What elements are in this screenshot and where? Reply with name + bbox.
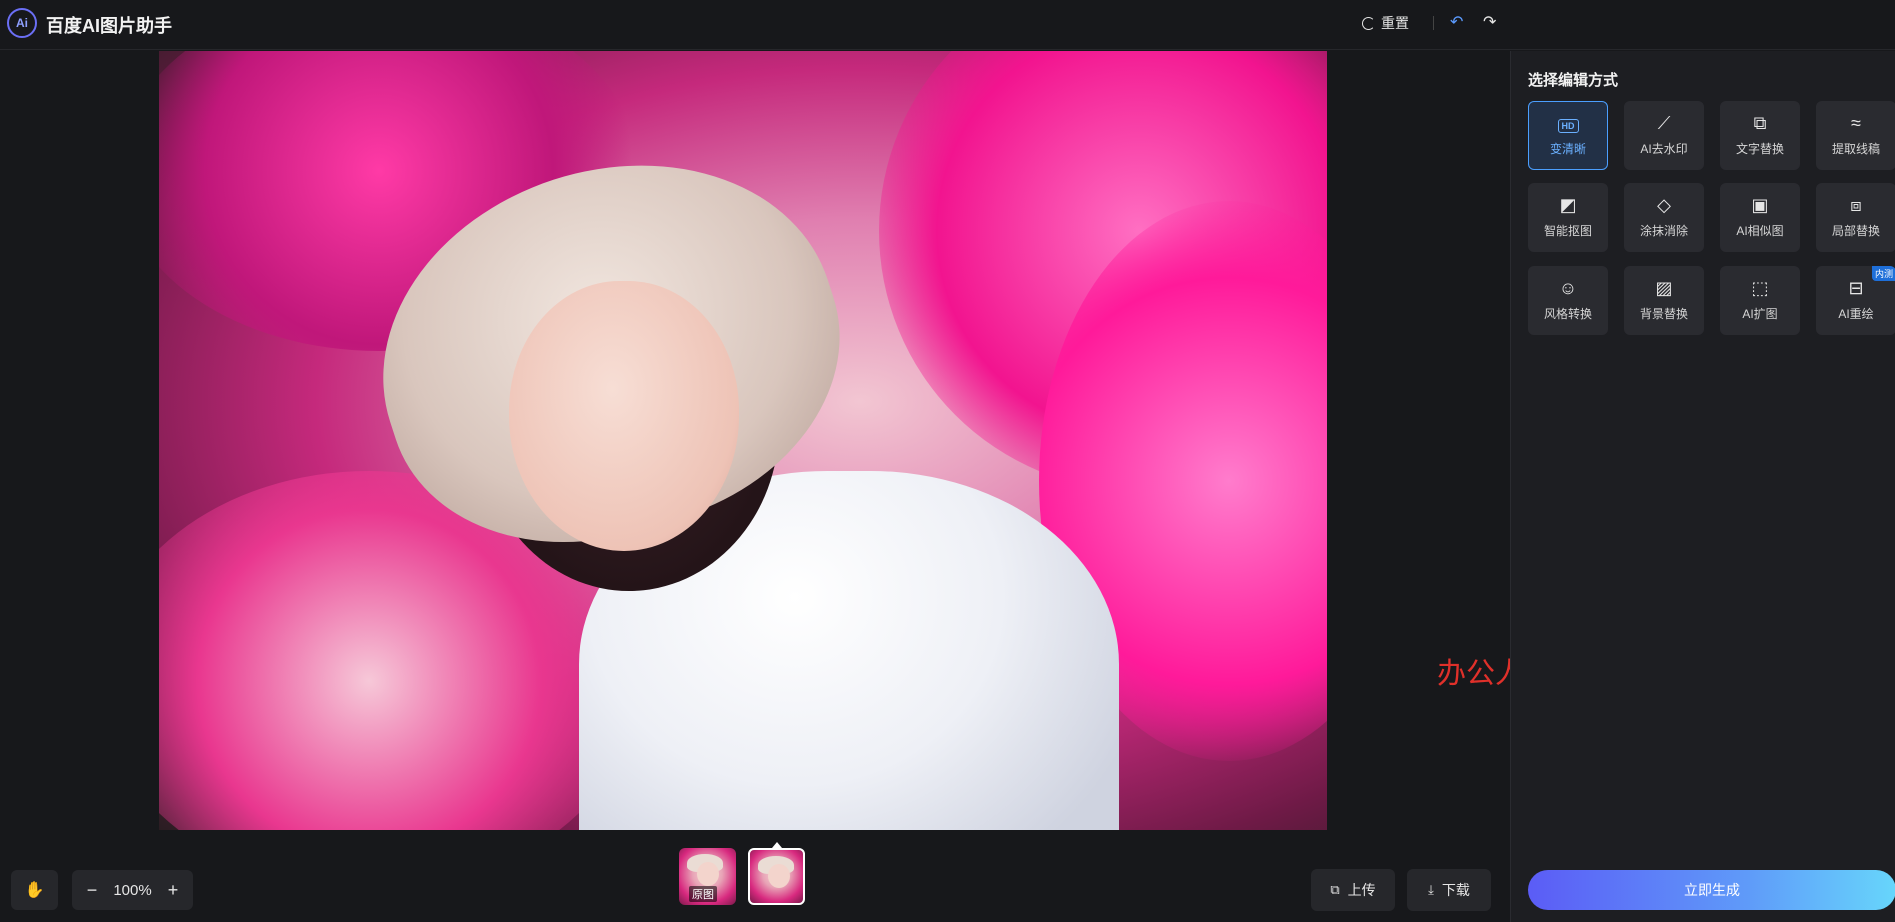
- hand-icon: ✋: [24, 882, 45, 899]
- tool-enhance[interactable]: HD 变清晰: [1528, 101, 1608, 170]
- beta-badge: 内测: [1871, 266, 1895, 281]
- tool-label: AI扩图: [1742, 307, 1778, 321]
- tool-label: 局部替换: [1831, 224, 1880, 238]
- repaint-icon: ⊟: [1848, 278, 1864, 298]
- tool-label: 背景替换: [1639, 307, 1688, 321]
- style-icon: ☺: [1558, 278, 1578, 298]
- tool-similar-image[interactable]: ▣ AI相似图: [1720, 183, 1800, 252]
- download-button[interactable]: ⤓ 下载: [1407, 869, 1491, 911]
- reset-button[interactable]: 重置: [1362, 13, 1409, 33]
- upload-button[interactable]: ⧉ 上传: [1311, 869, 1395, 911]
- zoom-level: 100%: [113, 881, 152, 899]
- tool-background-replace[interactable]: ▨ 背景替换: [1624, 266, 1704, 335]
- tool-repaint[interactable]: 内测 ⊟ AI重绘: [1816, 266, 1895, 335]
- edit-panel: 选择编辑方式 HD 变清晰 ⟋ AI去水印 ⧉ 文字替换 ≈ 提取线稿 ◩ 智能…: [1510, 51, 1895, 922]
- eraser-icon: ◇: [1657, 195, 1671, 215]
- partial-replace-icon: ⧈: [1850, 195, 1862, 215]
- tool-label: 智能抠图: [1543, 224, 1592, 238]
- tool-remove-watermark[interactable]: ⟋ AI去水印: [1624, 101, 1704, 170]
- tool-text-replace[interactable]: ⧉ 文字替换: [1720, 101, 1800, 170]
- edited-photo[interactable]: [159, 51, 1327, 830]
- face: [509, 281, 739, 551]
- cutout-icon: ◩: [1559, 195, 1577, 215]
- similar-image-icon: ▣: [1751, 195, 1769, 215]
- tool-expand[interactable]: ⬚ AI扩图: [1720, 266, 1800, 335]
- toolbar-divider: [1433, 16, 1434, 30]
- hand-tool-button[interactable]: ✋: [11, 870, 58, 910]
- generate-button[interactable]: 立即生成: [1528, 870, 1895, 910]
- reset-label: 重置: [1381, 15, 1409, 31]
- tool-eraser[interactable]: ◇ 涂抹消除: [1624, 183, 1704, 252]
- thumbnail-original[interactable]: 原图: [679, 848, 736, 905]
- thumb-face: [697, 862, 719, 886]
- zoom-control: − 100% +: [72, 870, 193, 910]
- thumb-face: [768, 864, 790, 888]
- tool-label: 文字替换: [1735, 142, 1784, 156]
- background-icon: ▨: [1655, 278, 1673, 298]
- tool-partial-replace[interactable]: ⧈ 局部替换: [1816, 183, 1895, 252]
- tool-label: 涂抹消除: [1639, 224, 1688, 238]
- top-bar: Ai 百度AI图片助手 重置 ↶ ↷: [0, 0, 1895, 50]
- download-label: 下载: [1441, 882, 1470, 898]
- zoom-in-button[interactable]: +: [165, 880, 181, 901]
- text-replace-icon: ⧉: [1753, 113, 1767, 133]
- zoom-out-button[interactable]: −: [84, 880, 100, 901]
- panel-title: 选择编辑方式: [1528, 72, 1619, 89]
- expand-icon: ⬚: [1751, 278, 1769, 298]
- tool-label: 提取线稿: [1831, 142, 1880, 156]
- hd-icon: HD: [1557, 114, 1579, 133]
- tool-cutout[interactable]: ◩ 智能抠图: [1528, 183, 1608, 252]
- tool-label: AI重绘: [1838, 307, 1874, 321]
- thumbnail-current[interactable]: [748, 848, 805, 905]
- upload-icon: ⧉: [1330, 882, 1340, 897]
- upload-label: 上传: [1347, 882, 1376, 898]
- line-art-icon: ≈: [1851, 113, 1861, 133]
- tool-line-art[interactable]: ≈ 提取线稿: [1816, 101, 1895, 170]
- app-logo: Ai: [7, 8, 37, 38]
- tool-label: 风格转换: [1543, 307, 1592, 321]
- download-icon: ⤓: [1428, 882, 1434, 897]
- tool-label: AI去水印: [1640, 142, 1688, 156]
- canvas-area: [0, 51, 1510, 922]
- tool-label: AI相似图: [1736, 224, 1784, 238]
- tool-style-transfer[interactable]: ☺ 风格转换: [1528, 266, 1608, 335]
- magic-wand-icon: ⟋: [1657, 113, 1671, 133]
- redo-icon[interactable]: ↷: [1483, 12, 1496, 32]
- tool-label: 变清晰: [1549, 142, 1586, 156]
- app-title: 百度AI图片助手: [46, 16, 172, 36]
- reset-icon: [1362, 16, 1375, 30]
- undo-icon[interactable]: ↶: [1450, 12, 1463, 32]
- original-label: 原图: [689, 886, 717, 902]
